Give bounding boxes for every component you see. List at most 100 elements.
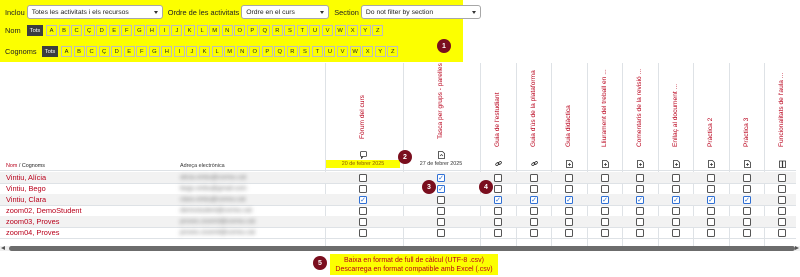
completion-checkbox[interactable] xyxy=(494,174,502,182)
first-name-all-button[interactable]: Tots xyxy=(27,25,43,36)
completion-checkbox[interactable] xyxy=(636,207,644,215)
first-name-letter-button[interactable]: O xyxy=(234,25,246,36)
first-name-letter-button[interactable]: I xyxy=(158,25,170,36)
completion-checkbox[interactable] xyxy=(672,218,680,226)
completion-checkbox[interactable] xyxy=(494,185,502,193)
download-csv-utf8-link[interactable]: Baixa en format de full de càlcul (UTF-8… xyxy=(344,256,484,265)
include-select[interactable]: Totes les activitats i els recursos xyxy=(26,5,163,19)
user-name-link[interactable]: Vintiu, Bego xyxy=(6,184,46,193)
download-csv-excel-link[interactable]: Descarrega en format compatible amb Exce… xyxy=(335,265,492,274)
completion-checkbox-checked[interactable] xyxy=(601,196,609,204)
completion-checkbox-checked[interactable] xyxy=(494,196,502,204)
scrollbar-thumb[interactable] xyxy=(9,246,795,251)
sort-by-first-name-link[interactable]: Nom xyxy=(6,163,17,169)
completion-checkbox[interactable] xyxy=(778,174,786,182)
completion-checkbox[interactable] xyxy=(672,207,680,215)
first-name-letter-button[interactable]: U xyxy=(309,25,321,36)
completion-checkbox[interactable] xyxy=(743,185,751,193)
last-name-letter-button[interactable]: M xyxy=(224,46,236,57)
completion-checkbox[interactable] xyxy=(707,174,715,182)
activity-column-title[interactable]: Pràctica 3 xyxy=(743,59,751,147)
completion-checkbox-checked[interactable] xyxy=(565,196,573,204)
completion-checkbox-checked[interactable] xyxy=(530,196,538,204)
first-name-letter-button[interactable]: N xyxy=(221,25,233,36)
completion-checkbox[interactable] xyxy=(494,218,502,226)
completion-checkbox[interactable] xyxy=(565,174,573,182)
completion-checkbox-checked[interactable] xyxy=(437,174,445,182)
section-select[interactable]: Do not filter by section xyxy=(360,5,481,19)
user-name-link[interactable]: Vintiu, Alícia xyxy=(6,173,46,182)
completion-checkbox[interactable] xyxy=(743,174,751,182)
completion-checkbox[interactable] xyxy=(707,229,715,237)
completion-checkbox[interactable] xyxy=(494,229,502,237)
first-name-letter-button[interactable]: M xyxy=(209,25,221,36)
last-name-letter-button[interactable]: O xyxy=(249,46,261,57)
last-name-letter-button[interactable]: C xyxy=(86,46,98,57)
user-name-link[interactable]: Vintiu, Clara xyxy=(6,195,46,204)
completion-checkbox[interactable] xyxy=(778,218,786,226)
last-name-letter-button[interactable]: Q xyxy=(274,46,286,57)
last-name-letter-button[interactable]: U xyxy=(324,46,336,57)
completion-checkbox[interactable] xyxy=(565,229,573,237)
completion-checkbox[interactable] xyxy=(601,218,609,226)
last-name-letter-button[interactable]: J xyxy=(186,46,198,57)
activity-column-title[interactable]: Guia de l'estudiant xyxy=(494,59,502,147)
last-name-letter-button[interactable]: T xyxy=(311,46,323,57)
completion-checkbox[interactable] xyxy=(530,185,538,193)
last-name-letter-button[interactable]: X xyxy=(362,46,374,57)
completion-checkbox-checked[interactable] xyxy=(636,196,644,204)
first-name-letter-button[interactable]: F xyxy=(121,25,133,36)
first-name-letter-button[interactable]: W xyxy=(334,25,346,36)
completion-checkbox[interactable] xyxy=(636,229,644,237)
completion-checkbox-checked[interactable] xyxy=(707,196,715,204)
completion-checkbox-checked[interactable] xyxy=(743,196,751,204)
first-name-letter-button[interactable]: A xyxy=(46,25,57,36)
activity-column-title[interactable]: Lliurament del treball en ... xyxy=(601,59,609,147)
activity-column-title[interactable]: Guia d'ús de la plataforma xyxy=(530,59,538,147)
completion-checkbox-checked[interactable] xyxy=(672,196,680,204)
completion-checkbox[interactable] xyxy=(778,229,786,237)
activity-column-title[interactable]: Comentaris de la revisió ... xyxy=(636,59,644,147)
completion-checkbox[interactable] xyxy=(601,185,609,193)
completion-checkbox[interactable] xyxy=(437,218,445,226)
completion-checkbox[interactable] xyxy=(636,218,644,226)
last-name-letter-button[interactable]: K xyxy=(199,46,211,57)
completion-checkbox[interactable] xyxy=(565,185,573,193)
last-name-letter-button[interactable]: Ç xyxy=(98,46,110,57)
completion-checkbox[interactable] xyxy=(359,174,367,182)
completion-checkbox[interactable] xyxy=(778,207,786,215)
first-name-letter-button[interactable]: S xyxy=(284,25,296,36)
completion-checkbox[interactable] xyxy=(565,207,573,215)
first-name-letter-button[interactable]: G xyxy=(133,25,145,36)
first-name-letter-button[interactable]: H xyxy=(146,25,158,36)
first-name-letter-button[interactable]: X xyxy=(347,25,359,36)
completion-checkbox[interactable] xyxy=(778,196,786,204)
user-name-link[interactable]: zoom02, DemoStudent xyxy=(6,206,82,215)
last-name-letter-button[interactable]: R xyxy=(286,46,298,57)
last-name-letter-button[interactable]: S xyxy=(299,46,311,57)
first-name-letter-button[interactable]: C xyxy=(71,25,83,36)
first-name-letter-button[interactable]: D xyxy=(96,25,108,36)
completion-checkbox[interactable] xyxy=(743,207,751,215)
activity-column-title[interactable]: Pràctica 2 xyxy=(707,59,715,147)
scroll-left-icon[interactable] xyxy=(1,246,5,250)
completion-checkbox[interactable] xyxy=(636,185,644,193)
first-name-letter-button[interactable]: Ç xyxy=(83,25,95,36)
last-name-letter-button[interactable]: F xyxy=(136,46,148,57)
sort-by-surname-link[interactable]: Cognoms xyxy=(22,163,45,169)
last-name-letter-button[interactable]: E xyxy=(123,46,135,57)
last-name-all-button[interactable]: Tots xyxy=(42,46,58,57)
first-name-letter-button[interactable]: Z xyxy=(372,25,384,36)
user-name-link[interactable]: zoom03, Proves xyxy=(6,217,59,226)
first-name-letter-button[interactable]: P xyxy=(246,25,258,36)
activity-column-title[interactable]: Fòrum del curs xyxy=(359,59,367,139)
first-name-letter-button[interactable]: Y xyxy=(359,25,371,36)
completion-checkbox[interactable] xyxy=(707,218,715,226)
last-name-letter-button[interactable]: N xyxy=(236,46,248,57)
completion-checkbox[interactable] xyxy=(743,229,751,237)
user-name-link[interactable]: zoom04, Proves xyxy=(6,228,59,237)
last-name-letter-button[interactable]: P xyxy=(261,46,273,57)
activity-column-title[interactable]: Guia didàctica xyxy=(565,59,573,147)
first-name-letter-button[interactable]: T xyxy=(296,25,308,36)
completion-checkbox-checked[interactable] xyxy=(437,185,445,193)
